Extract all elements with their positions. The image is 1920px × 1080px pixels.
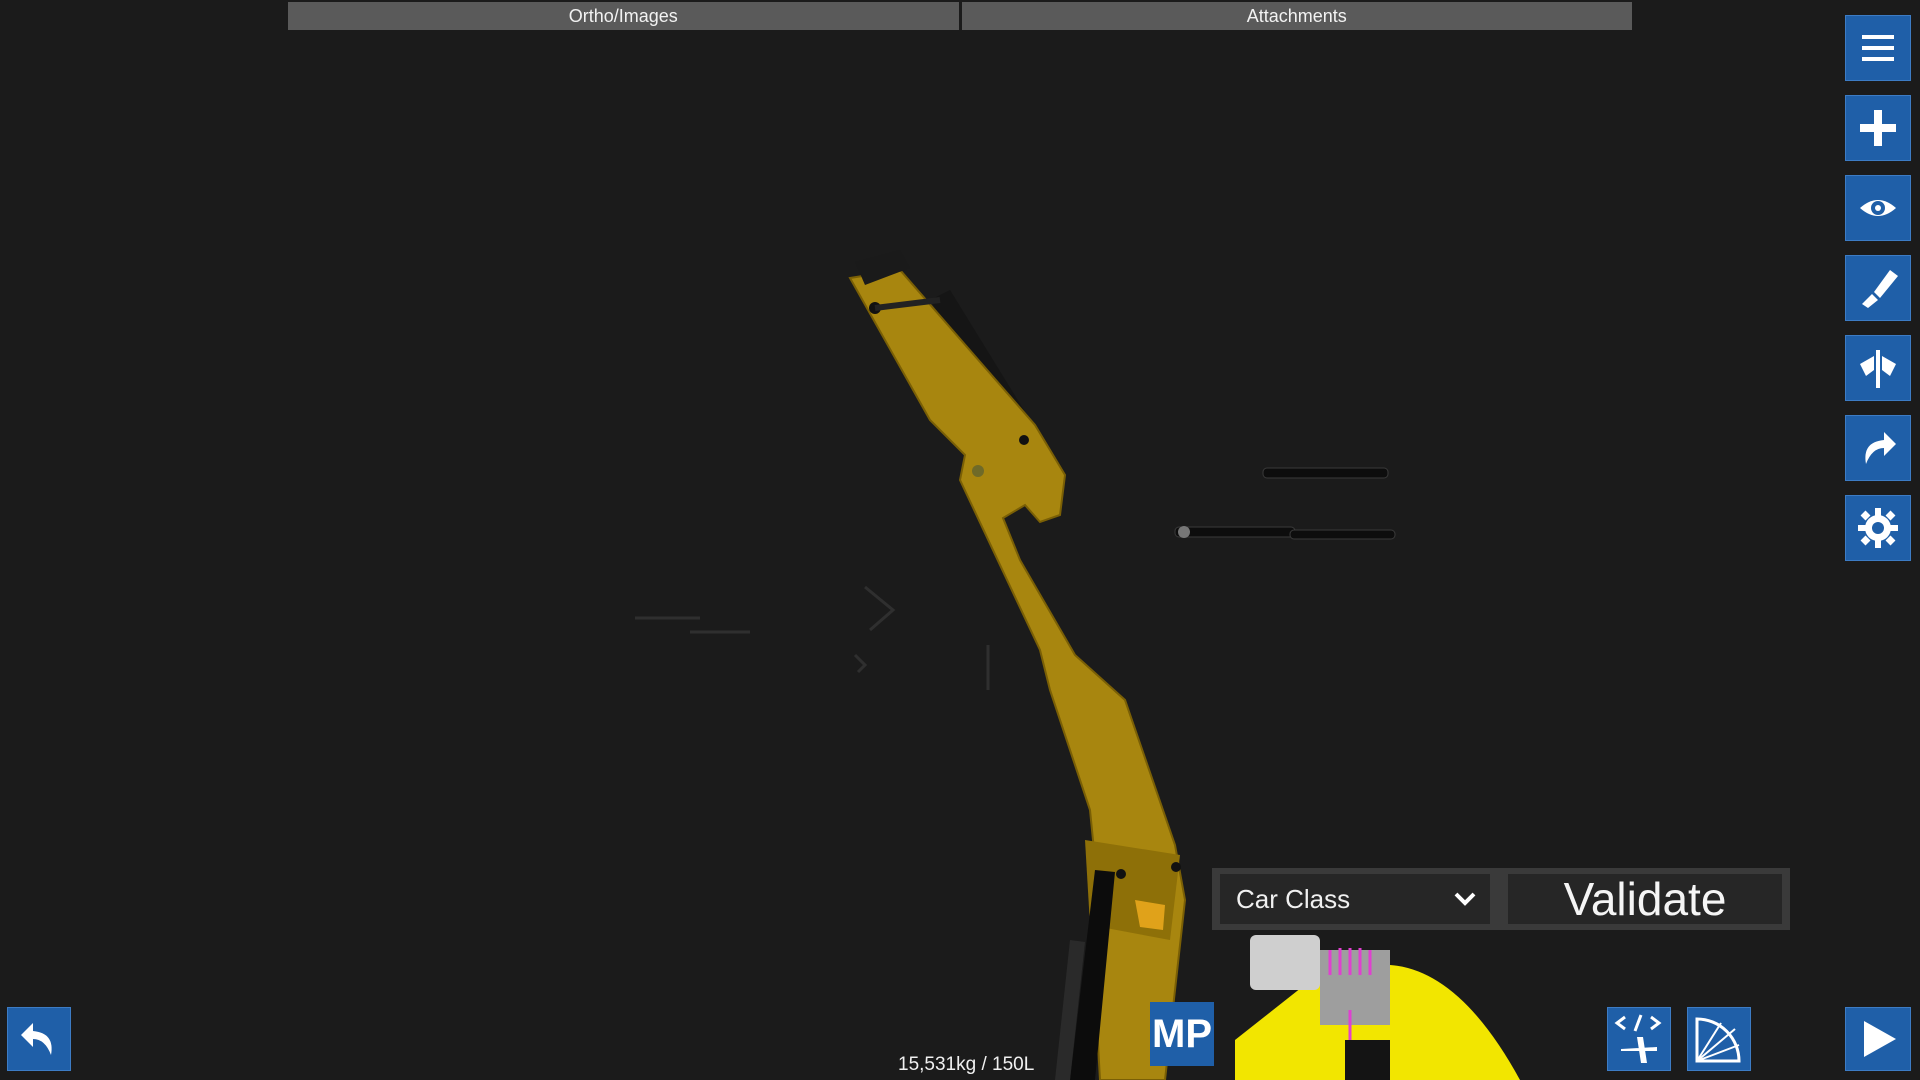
validation-panel: Car Class Validate bbox=[1212, 868, 1790, 930]
stray-part-left bbox=[635, 585, 990, 690]
plus-icon bbox=[1860, 110, 1896, 146]
undo-button[interactable] bbox=[7, 1007, 71, 1071]
vehicle-body bbox=[1235, 935, 1520, 1080]
hydraulic-piston-top bbox=[1262, 467, 1389, 479]
settings-button[interactable] bbox=[1845, 495, 1911, 561]
undo-icon bbox=[21, 1023, 52, 1055]
tab-attachments[interactable]: Attachments bbox=[961, 2, 1632, 30]
excavator-arm bbox=[848, 250, 1187, 1080]
validate-button[interactable]: Validate bbox=[1508, 873, 1782, 925]
paint-brush-icon bbox=[1862, 270, 1898, 308]
angle-gauge-button[interactable] bbox=[1687, 1007, 1751, 1071]
redo-icon bbox=[1865, 432, 1896, 464]
paint-button[interactable] bbox=[1845, 255, 1911, 321]
xml-plane-icon bbox=[1614, 1014, 1662, 1063]
add-part-button[interactable] bbox=[1845, 95, 1911, 161]
eye-icon bbox=[1860, 200, 1896, 216]
class-dropdown[interactable]: Car Class bbox=[1220, 874, 1490, 924]
symmetry-icon bbox=[1860, 350, 1896, 388]
right-toolbar bbox=[1845, 15, 1911, 561]
menu-icon bbox=[1862, 35, 1894, 61]
class-dropdown-value: Car Class bbox=[1236, 883, 1351, 914]
gear-icon bbox=[1858, 508, 1898, 548]
boom-cylinders bbox=[1055, 870, 1115, 1080]
hydraulic-piston-mid bbox=[1174, 526, 1396, 540]
arm-cylinder bbox=[930, 290, 1030, 430]
mass-fuel-readout: 15,531kg / 150L bbox=[898, 1054, 1035, 1075]
protractor-icon bbox=[1695, 1017, 1741, 1063]
xml-editor-button[interactable] bbox=[1607, 1007, 1671, 1071]
menu-button[interactable] bbox=[1845, 15, 1911, 81]
top-tab-bar: Ortho/Images Attachments bbox=[288, 2, 1632, 30]
redo-button[interactable] bbox=[1845, 415, 1911, 481]
play-button[interactable] bbox=[1845, 1007, 1911, 1071]
play-icon bbox=[1864, 1021, 1896, 1057]
mp-badge: MP bbox=[1150, 1002, 1214, 1066]
tab-ortho-images[interactable]: Ortho/Images bbox=[288, 2, 959, 30]
symmetry-button[interactable] bbox=[1845, 335, 1911, 401]
view-button[interactable] bbox=[1845, 175, 1911, 241]
chevron-down-icon bbox=[1454, 892, 1476, 906]
